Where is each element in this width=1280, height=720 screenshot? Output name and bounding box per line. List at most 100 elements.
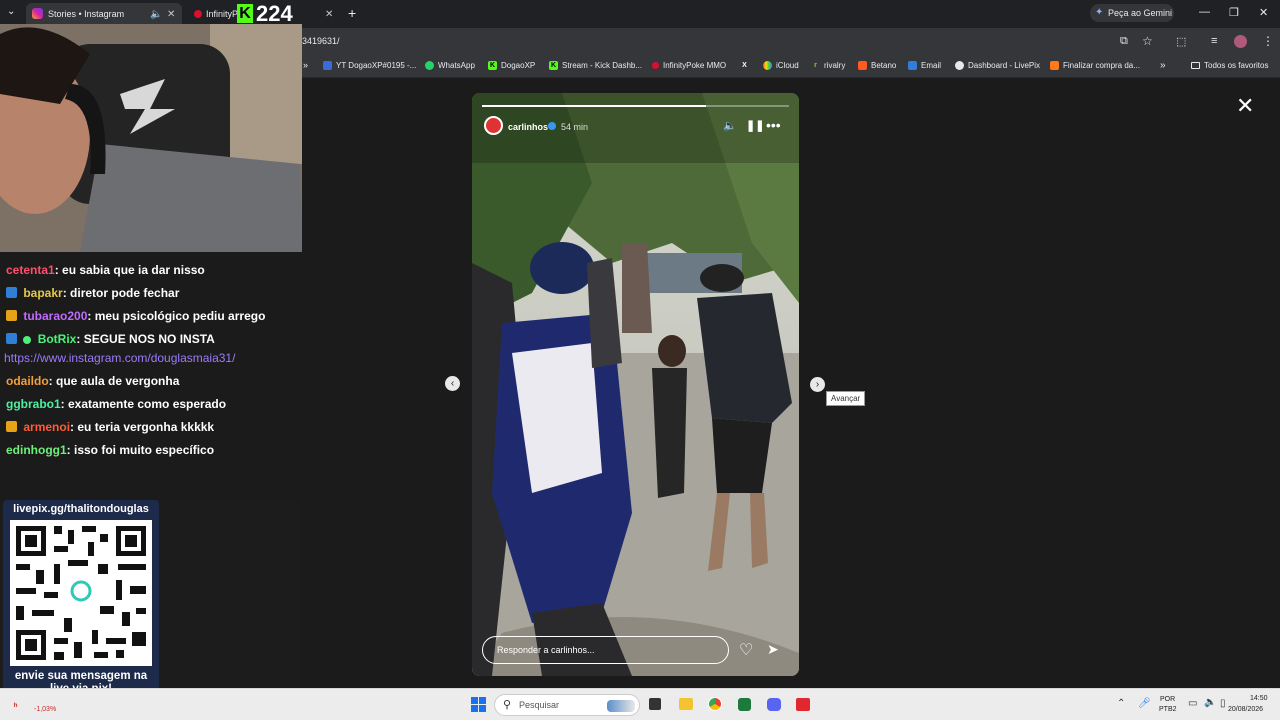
webcam-feed: [0, 24, 302, 252]
chat-message: armenoi: eu teria vergonha kkkkk: [6, 420, 214, 434]
story-username[interactable]: carlinhos: [508, 122, 548, 132]
whatsapp-icon: [425, 61, 434, 70]
bookmark-finalizar-compra[interactable]: Finalizar compra da...: [1050, 61, 1140, 70]
microphone-icon[interactable]: 🎤︎: [1138, 698, 1151, 709]
chat-username: edinhogg1: [6, 443, 67, 457]
chat-link[interactable]: https://www.instagram.com/douglasmaia31/: [4, 351, 235, 365]
search-highlight-icon: [607, 700, 635, 712]
chat-text: : exatamente como esperado: [60, 397, 227, 411]
app-icon-red[interactable]: [796, 698, 810, 711]
chat-username: bapakr: [23, 286, 63, 300]
browser-menu-icon[interactable]: ⋮: [1262, 34, 1274, 48]
pause-icon[interactable]: ❚❚: [746, 119, 764, 132]
taskbar-search[interactable]: ⚲ Pesquisar: [494, 694, 640, 716]
keyboard-layout[interactable]: PTB2: [1159, 706, 1177, 713]
chat-username: ggbrabo1: [6, 397, 61, 411]
story-reply-input[interactable]: Responder a carlinhos...: [482, 636, 729, 664]
infinitypoke-icon: [652, 62, 659, 69]
story-author-avatar[interactable]: [484, 116, 503, 135]
search-icon: ⚲: [503, 699, 512, 711]
subscriber-badge-icon: [6, 333, 17, 344]
chrome-icon[interactable]: [708, 697, 722, 711]
chat-message: tubarao200: meu psicológico pediu arrego: [6, 309, 265, 323]
next-tooltip: Avançar: [826, 391, 866, 406]
volume-icon[interactable]: 🔈: [1204, 697, 1216, 708]
livepix-url: livepix.gg/thalitondouglas: [13, 503, 149, 515]
livepix-qr-panel: livepix.gg/thalitondouglas envie sua men…: [3, 500, 159, 700]
share-send-icon[interactable]: ➤: [767, 641, 779, 658]
network-icon[interactable]: ▭: [1188, 698, 1197, 709]
subscriber-badge-icon: [6, 287, 17, 298]
pix-qr-code: [10, 520, 152, 666]
app-icon-green[interactable]: [738, 698, 751, 711]
chat-username: tubarao200: [23, 309, 88, 323]
minimize-icon[interactable]: —: [1199, 6, 1210, 18]
bookmark-star-icon[interactable]: ☆: [1142, 34, 1153, 48]
story-video-frame: [472, 93, 799, 676]
mute-tab-icon[interactable]: 🔈: [150, 9, 162, 20]
address-url[interactable]: 3419631/: [302, 36, 340, 46]
file-explorer-icon[interactable]: [679, 698, 693, 710]
mute-icon[interactable]: 🔈: [723, 119, 737, 132]
bookmark-icloud[interactable]: iCloud: [763, 61, 799, 70]
like-heart-icon[interactable]: ♡: [739, 640, 753, 660]
chat-text: : diretor pode fechar: [62, 286, 180, 300]
task-view-icon[interactable]: [649, 698, 661, 710]
bookmark-dogaoxp[interactable]: K DogaoXP: [488, 61, 535, 70]
all-favorites-folder[interactable]: Todos os favoritos: [1191, 61, 1268, 70]
tab-instagram-stories[interactable]: Stories • Instagram 🔈 ✕: [26, 3, 182, 25]
instagram-icon: [32, 8, 43, 19]
windows-taskbar: ʰ -1,03% ⚲ Pesquisar ⌃ 🎤︎ POR PTB2 ▭ 🔈 ▯…: [0, 688, 1280, 720]
infinitypoke-icon: [194, 10, 202, 18]
battery-icon[interactable]: ▯: [1220, 698, 1226, 709]
stock-widget-icon[interactable]: ʰ: [14, 701, 17, 711]
story-time: 54 min: [561, 122, 589, 132]
bookmark-yt-dogaoxp[interactable]: YT DogaoXP#0195 -...: [323, 61, 416, 70]
clock-time[interactable]: 14:50: [1250, 695, 1268, 702]
chat-text: : eu teria vergonha kkkkk: [70, 420, 215, 434]
email-icon: [908, 61, 917, 70]
bookmark-whatsapp[interactable]: WhatsApp: [425, 61, 475, 70]
next-story-button[interactable]: ›: [810, 377, 825, 392]
close-tab-icon[interactable]: ✕: [167, 9, 175, 20]
kick-icon: K: [488, 61, 497, 70]
stream-chat: cetenta1: eu sabia que ia dar nisso bapa…: [0, 252, 302, 502]
bookmarks-overflow-icon[interactable]: »: [1160, 60, 1166, 71]
bookmark-rivalry[interactable]: r rivalry: [811, 61, 845, 70]
start-windows-icon[interactable]: [471, 697, 486, 712]
stock-change: -1,03%: [34, 706, 57, 713]
close-tab-icon[interactable]: ✕: [325, 9, 333, 20]
previous-story-button[interactable]: ‹: [445, 376, 460, 391]
bookmark-infinitypoke[interactable]: InfinityPoke MMO: [652, 61, 726, 70]
close-window-icon[interactable]: ✕: [1259, 6, 1268, 19]
discord-icon[interactable]: [767, 698, 781, 711]
new-tab-icon[interactable]: +: [348, 5, 356, 21]
story-media[interactable]: carlinhos 54 min 🔈 ❚❚ ••• Responder a ca…: [472, 93, 799, 676]
clock-date[interactable]: 20/08/2026: [1228, 706, 1263, 713]
chat-message: BotRix: SEGUE NOS NO INSTA: [6, 332, 215, 346]
gemini-button[interactable]: ✦ Peça ao Gemini: [1090, 4, 1174, 22]
more-options-icon[interactable]: •••: [766, 117, 781, 133]
media-control-icon[interactable]: ≡: [1211, 35, 1217, 47]
language-indicator[interactable]: POR: [1160, 696, 1175, 703]
bookmark-email[interactable]: Email: [908, 61, 941, 70]
extensions-icon[interactable]: ⬚: [1176, 35, 1186, 48]
chat-text: : isso foi muito específico: [66, 443, 215, 457]
bookmark-x[interactable]: X: [740, 61, 753, 70]
tray-overflow-icon[interactable]: ⌃: [1117, 698, 1125, 709]
maximize-icon[interactable]: ❐: [1229, 6, 1239, 19]
close-story-viewer-icon[interactable]: ✕: [1236, 93, 1254, 119]
chat-message: cetenta1: eu sabia que ia dar nisso: [6, 263, 205, 277]
bookmark-betano[interactable]: Betano: [858, 61, 896, 70]
chat-text: : que aula de vergonha: [48, 374, 180, 388]
bookmark-stream-kick[interactable]: K Stream - Kick Dashb...: [549, 61, 642, 70]
bookmark-dashboard-livepix[interactable]: Dashboard - LivePix: [955, 61, 1040, 70]
install-app-icon[interactable]: ⧉: [1120, 35, 1128, 48]
youtube-icon: [323, 61, 332, 70]
story-progress-bar: [482, 105, 789, 107]
tab-list-chevron-icon[interactable]: ⌄: [7, 6, 15, 17]
tab-label: Stories • Instagram: [48, 9, 125, 19]
betano-icon: [858, 61, 867, 70]
reply-placeholder: Responder a carlinhos...: [497, 645, 595, 655]
profile-avatar[interactable]: [1234, 35, 1247, 48]
